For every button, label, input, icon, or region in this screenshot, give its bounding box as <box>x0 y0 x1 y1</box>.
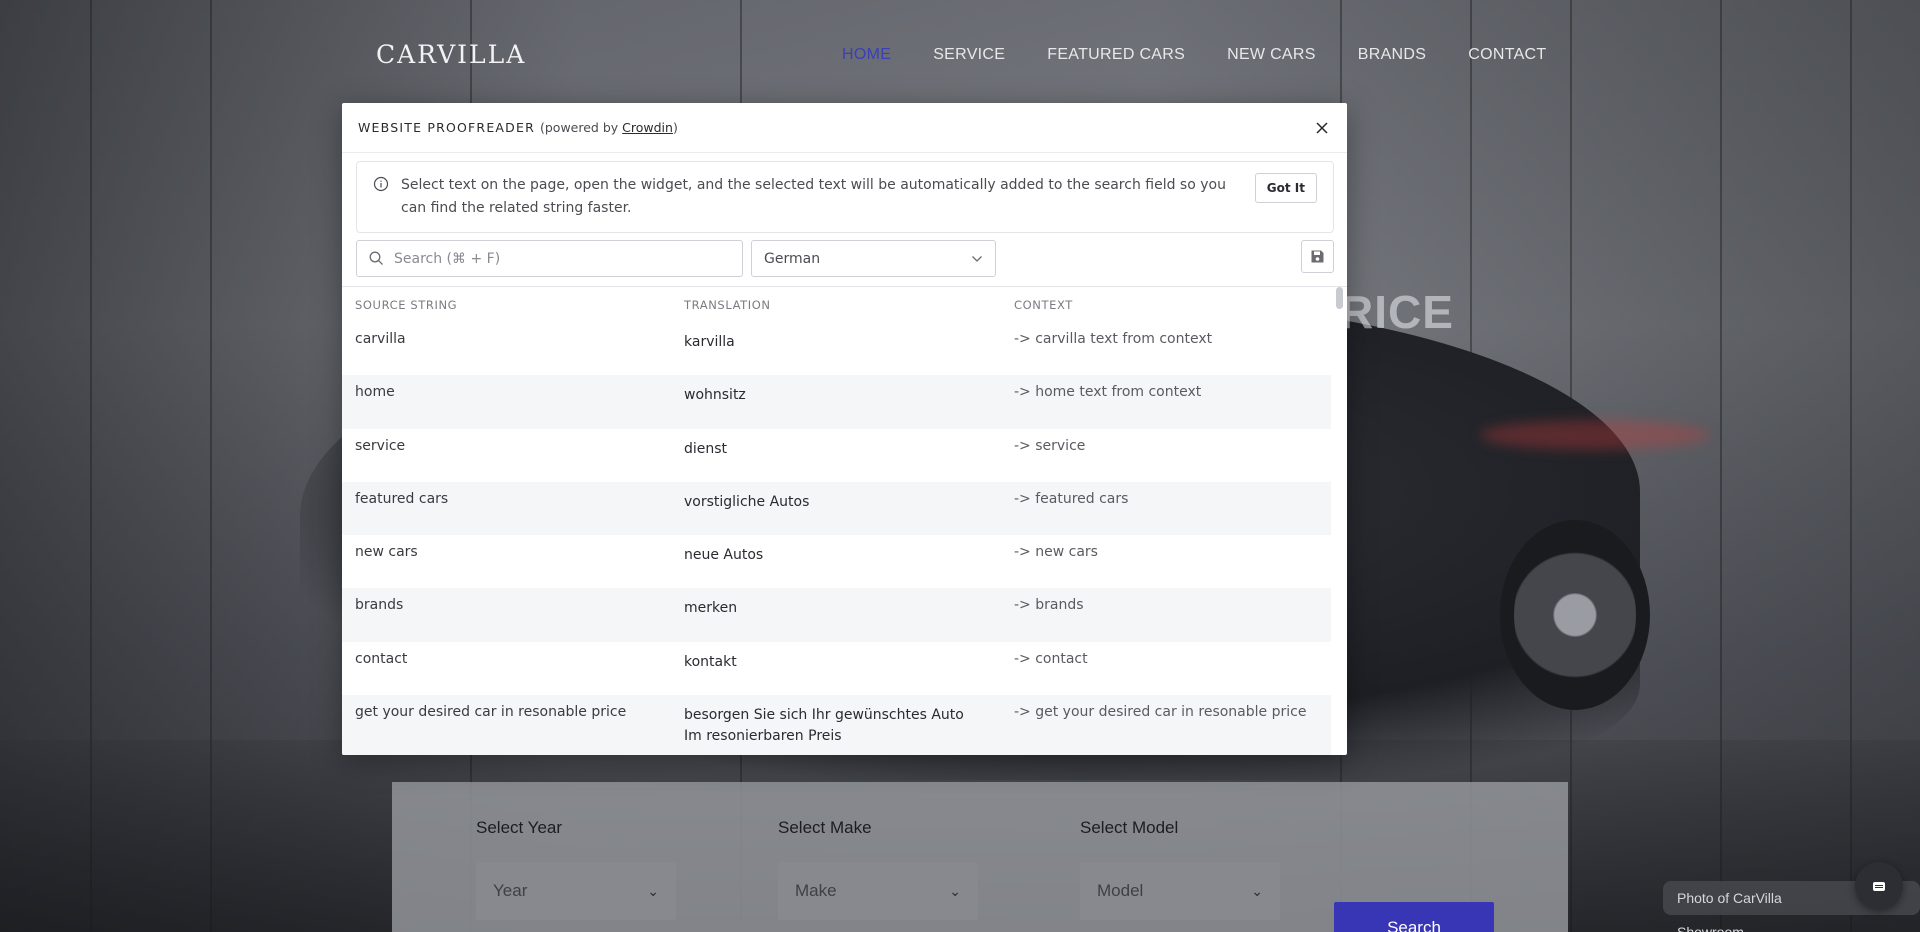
translation-text[interactable]: besorgen Sie sich Ihr gewünschtes Auto I… <box>684 705 984 747</box>
make-select[interactable]: Make ⌄ <box>778 862 978 920</box>
model-select-value: Model <box>1097 881 1144 900</box>
context-text: -> new cars <box>1014 544 1098 561</box>
modal-header: WEBSITE PROOFREADER (powered by Crowdin) <box>342 103 1347 153</box>
modal-title: WEBSITE PROOFREADER <box>358 120 535 135</box>
year-label: Select Year <box>476 818 563 837</box>
search-button[interactable]: Search <box>1334 902 1494 932</box>
translation-cell[interactable] <box>684 332 984 353</box>
source-string: new cars <box>355 544 418 561</box>
table-row[interactable]: home wohnsitz -> home text from context <box>342 375 1331 429</box>
info-text: Select text on the page, open the widget… <box>401 177 1226 216</box>
language-value: German <box>764 250 821 267</box>
source-string: service <box>355 437 406 454</box>
source-string: brands <box>355 597 404 614</box>
context-text: -> get your desired car in resonable pri… <box>1014 704 1307 721</box>
source-string: featured cars <box>355 490 449 507</box>
source-string: get your desired car in resonable price <box>355 704 627 721</box>
info-icon <box>373 176 389 192</box>
nav-home[interactable]: HOME <box>842 46 891 64</box>
chevron-down-icon: ⌄ <box>1251 882 1263 899</box>
chevron-down-icon: ⌄ <box>647 882 659 899</box>
car-wheel <box>1500 520 1650 710</box>
save-icon <box>1311 250 1324 263</box>
table-row[interactable]: brands merken -> brands <box>342 588 1331 642</box>
year-select[interactable]: Year ⌄ <box>476 862 676 920</box>
chevron-down-icon <box>972 255 982 262</box>
nav-brands[interactable]: BRANDS <box>1358 46 1426 64</box>
translation-text[interactable]: vorstigliche Autos <box>684 492 984 513</box>
source-string: carvilla <box>355 331 406 347</box>
nav-service[interactable]: SERVICE <box>933 46 1005 64</box>
chat-icon <box>1873 881 1885 891</box>
year-select-value: Year <box>493 881 528 900</box>
nav-new-cars[interactable]: NEW CARS <box>1227 46 1316 64</box>
translation-text[interactable]: merken <box>684 598 984 619</box>
info-banner: Select text on the page, open the widget… <box>356 161 1334 233</box>
context-text: -> home text from context <box>1014 384 1202 401</box>
context-text: -> brands <box>1014 597 1084 614</box>
nav-contact[interactable]: CONTACT <box>1468 46 1546 64</box>
search-icon <box>369 251 383 265</box>
translation-input[interactable] <box>684 334 984 350</box>
table-header: SOURCE STRING TRANSLATION CONTEXT <box>342 287 1347 322</box>
table-row[interactable]: contact kontakt -> contact <box>342 641 1331 696</box>
proofreader-modal: WEBSITE PROOFREADER (powered by Crowdin)… <box>342 103 1347 755</box>
context-text: -> featured cars <box>1014 490 1129 507</box>
car-search-panel: Select Year Year ⌄ Select Make Make ⌄ Se… <box>392 782 1568 932</box>
powered-by: (powered by Crowdin) <box>539 120 678 135</box>
modal-toolbar: German <box>356 240 1334 282</box>
crowdin-link[interactable]: Crowdin <box>622 120 673 135</box>
search-input[interactable] <box>394 250 714 267</box>
column-source: SOURCE STRING <box>355 297 458 312</box>
make-select-value: Make <box>795 881 837 900</box>
close-icon <box>1316 122 1328 134</box>
search-box <box>356 240 743 277</box>
table-row[interactable]: carvilla -> carvilla text from context <box>342 322 1331 376</box>
table-row[interactable]: service dienst -> service <box>342 428 1331 482</box>
source-string: contact <box>355 650 408 667</box>
close-button[interactable] <box>1311 117 1333 139</box>
translation-text[interactable]: kontakt <box>684 652 984 673</box>
table-row[interactable]: new cars neue Autos -> new cars <box>342 535 1331 589</box>
context-text: -> service <box>1014 437 1086 454</box>
language-select[interactable]: German <box>751 240 996 277</box>
hero-heading-fragment: RICE <box>1340 286 1454 338</box>
make-label: Select Make <box>778 818 872 837</box>
site-logo[interactable]: CARVILLA <box>376 40 526 69</box>
save-button[interactable] <box>1301 240 1334 273</box>
car-taillight <box>1480 420 1710 450</box>
got-it-button[interactable]: Got It <box>1254 173 1317 203</box>
column-context: CONTEXT <box>1014 297 1073 312</box>
main-nav: HOME SERVICE FEATURED CARS NEW CARS BRAN… <box>842 46 1546 64</box>
table-row[interactable]: featured cars vorstigliche Autos -> feat… <box>342 481 1331 536</box>
table-row[interactable]: get your desired car in resonable price … <box>342 695 1331 755</box>
context-text: -> carvilla text from context <box>1014 331 1213 347</box>
model-select[interactable]: Model ⌄ <box>1080 862 1280 920</box>
translation-text[interactable]: wohnsitz <box>684 385 984 406</box>
chevron-down-icon: ⌄ <box>949 882 961 899</box>
translation-text[interactable]: dienst <box>684 439 984 460</box>
source-string: home <box>355 384 395 401</box>
model-label: Select Model <box>1080 818 1179 837</box>
context-text: -> contact <box>1014 650 1088 667</box>
strings-table: SOURCE STRING TRANSLATION CONTEXT carvil… <box>342 286 1347 755</box>
column-translation: TRANSLATION <box>684 297 771 312</box>
table-body: carvilla -> carvilla text from context h… <box>342 322 1347 755</box>
chat-button[interactable] <box>1855 862 1903 910</box>
translation-text[interactable]: neue Autos <box>684 545 984 566</box>
nav-featured-cars[interactable]: FEATURED CARS <box>1047 46 1185 64</box>
